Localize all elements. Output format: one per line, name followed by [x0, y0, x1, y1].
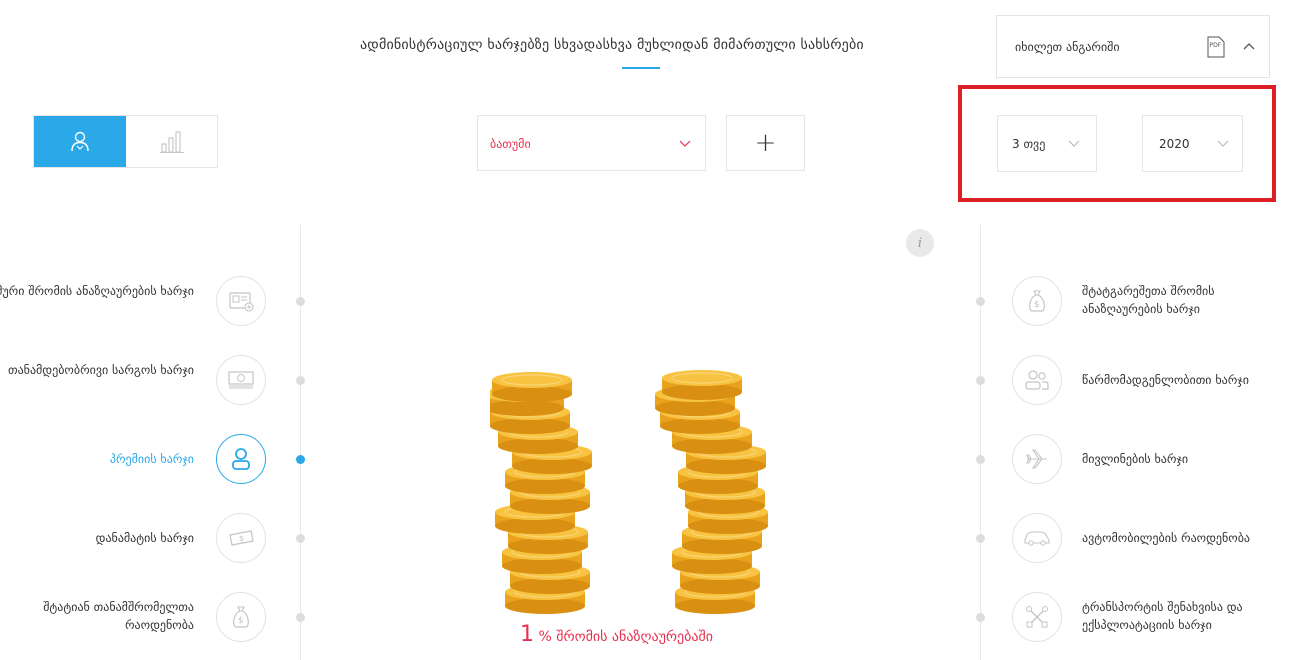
coin-stack-right	[654, 370, 769, 615]
view-report-label: იხილეთ ანგარიში	[1015, 40, 1120, 54]
user-icon	[232, 448, 250, 470]
percentage-value: 1	[520, 622, 534, 647]
left-item-label: ჯამური შრომის ანაზღაურების ხარჯი	[0, 284, 194, 298]
right-item-dot	[976, 297, 985, 306]
right-item-dot	[976, 376, 985, 385]
left-item-circle	[216, 434, 266, 484]
right-item-transport-maintenance[interactable]: ტრანსპორტის შენახვისა და ექსპლოატაციის ხ…	[976, 592, 1294, 652]
right-item-freelance-salary[interactable]: $ შტატგარეშეთა შრომის ანაზღაურების ხარჯი	[976, 276, 1294, 336]
right-item-car-count[interactable]: ავტომობილების რაოდენობა	[976, 513, 1294, 573]
info-icon[interactable]: i	[906, 229, 934, 257]
left-timeline	[300, 225, 301, 660]
money-bag-icon: $	[233, 606, 249, 628]
percentage-caption: 1 % შრომის ანაზღაურებაში	[520, 622, 713, 647]
left-item-supplement[interactable]: დანამატის ხარჯი $	[0, 513, 305, 573]
id-card-icon	[229, 292, 254, 312]
right-item-circle	[1012, 355, 1062, 405]
view-toggle	[33, 115, 218, 168]
tools-icon	[1026, 606, 1048, 628]
percentage-text: % შრომის ანაზღაურებაში	[538, 629, 713, 645]
chart-view-button[interactable]	[126, 116, 217, 167]
left-item-circle: $	[216, 513, 266, 563]
right-item-business-trip[interactable]: მივლინების ხარჯი	[976, 434, 1294, 494]
right-item-circle	[1012, 592, 1062, 642]
coin-stack-left	[490, 371, 593, 615]
airplane-icon	[1026, 449, 1047, 469]
bar-chart-icon	[159, 130, 184, 153]
left-item-label: დანამატის ხარჯი	[95, 531, 194, 545]
category-select[interactable]: ბათუმი	[477, 115, 706, 171]
view-report-panel[interactable]: იხილეთ ანგარიში PDF	[996, 15, 1270, 78]
money-icon: $	[229, 530, 254, 546]
banknote-icon	[228, 371, 254, 389]
page-title: ადმინისტრაციულ ხარჯებზე სხვადასხვა მუხლი…	[360, 37, 864, 53]
svg-text:$: $	[239, 534, 244, 543]
left-item-circle	[216, 355, 266, 405]
left-item-dot	[296, 613, 305, 622]
right-item-dot	[976, 613, 985, 622]
left-item-circle	[216, 276, 266, 326]
car-icon	[1024, 531, 1050, 546]
right-item-circle	[1012, 434, 1062, 484]
right-item-circle: $	[1012, 276, 1062, 326]
left-item-position-salary[interactable]: თანამდებობრივი სარგოს ხარჯი	[0, 355, 305, 415]
right-item-dot	[976, 534, 985, 543]
left-item-bonus[interactable]: პრემიის ხარჯი	[0, 434, 305, 494]
right-item-label: შტატგარეშეთა შრომის ანაზღაურების ხარჯი	[1082, 284, 1215, 316]
right-item-representation[interactable]: წარმომადგენლობითი ხარჯი	[976, 355, 1294, 415]
right-item-label: წარმომადგენლობითი ხარჯი	[1082, 373, 1249, 387]
left-item-total-salary[interactable]: ჯამური შრომის ანაზღაურების ხარჯი	[0, 276, 305, 336]
right-item-label: ტრანსპორტის შენახვისა და ექსპლოატაციის ხ…	[1082, 600, 1243, 632]
title-underline	[622, 67, 660, 69]
left-item-label: პრემიის ხარჯი	[109, 452, 194, 466]
money-bag-icon: $	[1029, 290, 1045, 312]
svg-text:$: $	[1034, 300, 1040, 310]
people-icon	[71, 131, 89, 151]
right-item-circle	[1012, 513, 1062, 563]
left-item-label: შტატიან თანამშრომელთა რაოდენობა	[43, 600, 194, 632]
coins-illustration	[490, 370, 769, 615]
chevron-up-icon[interactable]	[1243, 42, 1255, 50]
pdf-icon-text: PDF	[1210, 42, 1222, 49]
left-item-circle: $	[216, 592, 266, 642]
left-item-dot	[296, 376, 305, 385]
left-item-dot	[296, 455, 305, 464]
left-item-dot	[296, 534, 305, 543]
people-icon	[1025, 370, 1049, 390]
left-item-label: თანამდებობრივი სარგოს ხარჯი	[7, 363, 194, 377]
category-select-value: ბათუმი	[490, 137, 531, 151]
left-item-staff-count[interactable]: შტატიან თანამშრომელთა რაოდენობა $	[0, 592, 305, 652]
people-view-button[interactable]	[34, 116, 126, 167]
left-item-dot	[296, 297, 305, 306]
right-item-label: ავტომობილების რაოდენობა	[1082, 531, 1251, 545]
highlight-frame	[958, 85, 1276, 202]
right-item-label: მივლინების ხარჯი	[1082, 452, 1189, 466]
svg-text:$: $	[238, 616, 244, 626]
add-button[interactable]: +	[726, 115, 805, 171]
chevron-down-icon	[679, 140, 691, 147]
right-item-dot	[976, 455, 985, 464]
pdf-icon[interactable]: PDF	[1207, 36, 1225, 58]
